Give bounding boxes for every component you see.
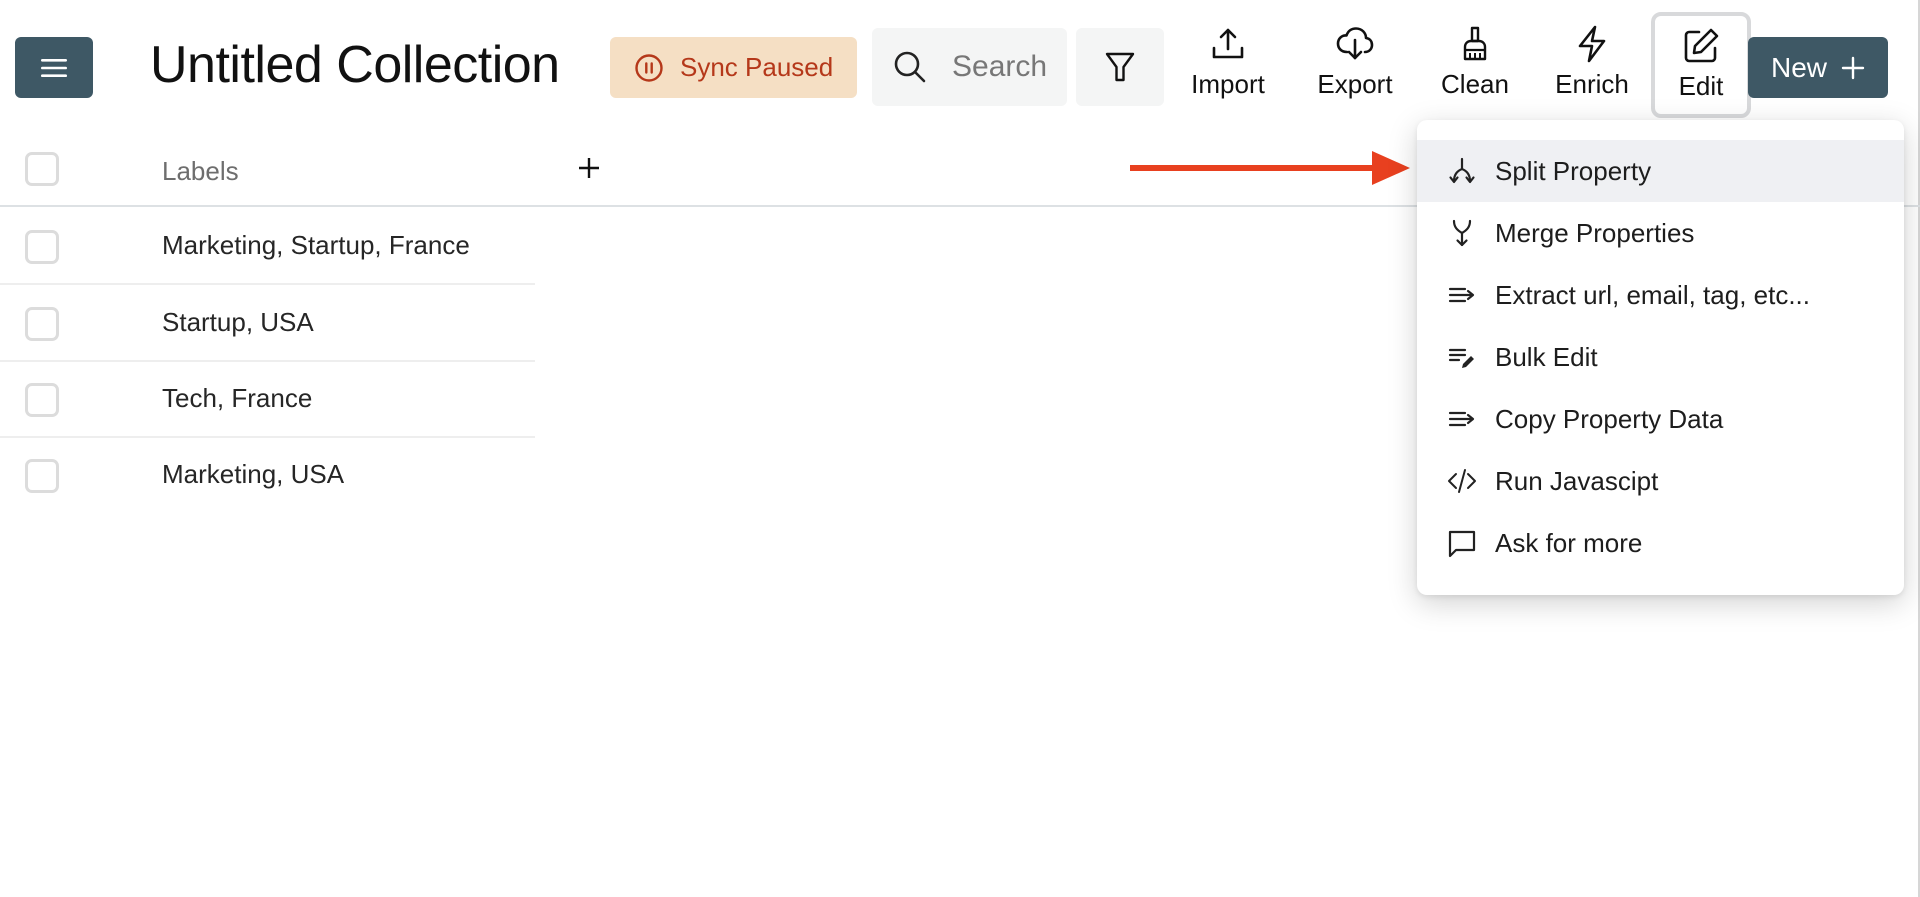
select-all-checkbox[interactable] (25, 152, 59, 186)
import-label: Import (1191, 69, 1265, 99)
menu-button[interactable] (15, 37, 93, 98)
extract-icon (1448, 287, 1475, 303)
menu-item-split-property[interactable]: Split Property (1417, 140, 1904, 202)
search-box[interactable] (872, 28, 1067, 106)
bulk-edit-icon (1448, 348, 1474, 368)
new-button-label: New (1770, 51, 1827, 83)
menu-item-label: Run Javascipt (1495, 465, 1659, 496)
hamburger-menu-icon (41, 58, 67, 77)
menu-item-label: Ask for more (1495, 527, 1643, 558)
menu-item-label: Split Property (1495, 155, 1652, 186)
menu-item-label: Extract url, email, tag, etc... (1495, 279, 1810, 310)
labels-cell[interactable]: Marketing, Startup, France (162, 230, 470, 261)
sync-status-label: Sync Paused (680, 52, 834, 82)
export-button[interactable]: Export (1310, 24, 1400, 106)
clean-button[interactable]: Clean (1430, 24, 1520, 106)
export-label: Export (1317, 69, 1393, 99)
cloud-download-icon (1336, 27, 1374, 60)
menu-item-copy-property-data[interactable]: Copy Property Data (1417, 388, 1904, 450)
menu-item-extract[interactable]: Extract url, email, tag, etc... (1417, 264, 1904, 326)
row-checkbox[interactable] (25, 459, 59, 493)
collection-title[interactable]: Untitled Collection (150, 34, 560, 96)
enrich-button[interactable]: Enrich (1547, 24, 1637, 106)
lightning-icon (1578, 25, 1606, 63)
table-row[interactable]: Tech, France (0, 362, 535, 438)
row-checkbox[interactable] (25, 230, 59, 264)
column-header-labels[interactable]: Labels (162, 156, 239, 187)
edit-button[interactable]: Edit (1651, 12, 1751, 118)
menu-item-label: Merge Properties (1495, 217, 1695, 248)
search-icon (894, 51, 926, 83)
edit-label: Edit (1678, 71, 1724, 101)
new-button[interactable]: New (1748, 37, 1888, 98)
table-row[interactable]: Marketing, Startup, France (0, 209, 535, 285)
row-checkbox[interactable] (25, 383, 59, 417)
table-row[interactable]: Marketing, USA (0, 438, 535, 514)
menu-item-run-javascript[interactable]: Run Javascipt (1417, 450, 1904, 512)
sync-status-badge[interactable]: Sync Paused (610, 37, 857, 98)
enrich-label: Enrich (1555, 69, 1629, 99)
filter-icon (1105, 52, 1135, 82)
table-row[interactable]: Startup, USA (0, 286, 535, 362)
menu-item-label: Copy Property Data (1495, 403, 1724, 434)
copy-data-icon (1448, 411, 1475, 427)
menu-item-merge-properties[interactable]: Merge Properties (1417, 202, 1904, 264)
menu-item-bulk-edit[interactable]: Bulk Edit (1417, 326, 1904, 388)
filter-button[interactable] (1076, 28, 1164, 106)
merge-icon (1452, 219, 1472, 247)
annotation-arrow (1130, 151, 1410, 185)
labels-cell[interactable]: Startup, USA (162, 307, 314, 338)
edit-square-icon (1684, 28, 1719, 63)
menu-item-label: Bulk Edit (1495, 341, 1598, 372)
row-checkbox[interactable] (25, 307, 59, 341)
add-column-icon[interactable] (574, 153, 604, 183)
clean-label: Clean (1441, 69, 1509, 99)
upload-icon (1212, 28, 1244, 59)
chat-bubble-icon (1448, 530, 1476, 558)
search-input[interactable] (952, 50, 1052, 84)
broom-icon (1463, 26, 1487, 61)
menu-item-ask-for-more[interactable]: Ask for more (1417, 512, 1904, 574)
import-button[interactable]: Import (1183, 24, 1273, 106)
labels-cell[interactable]: Tech, France (162, 383, 312, 414)
split-icon (1449, 157, 1475, 184)
edit-dropdown-menu: Split Property Merge Properties Extract … (1417, 120, 1904, 595)
pause-circle-icon (635, 53, 663, 82)
labels-cell[interactable]: Marketing, USA (162, 459, 344, 490)
code-icon (1448, 469, 1476, 493)
plus-icon (1841, 56, 1865, 79)
